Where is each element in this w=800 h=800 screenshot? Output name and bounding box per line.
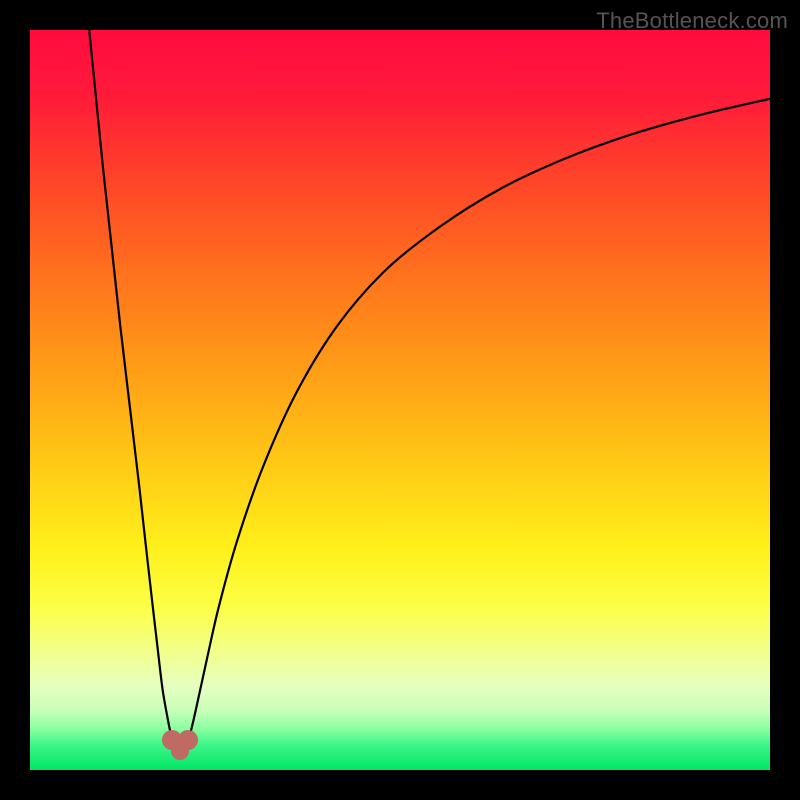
- dip-markers: [30, 30, 770, 770]
- plot-area: [30, 30, 770, 770]
- chart-frame: TheBottleneck.com: [0, 0, 800, 800]
- watermark-text: TheBottleneck.com: [596, 8, 788, 34]
- dip-bottom-marker: [171, 742, 189, 760]
